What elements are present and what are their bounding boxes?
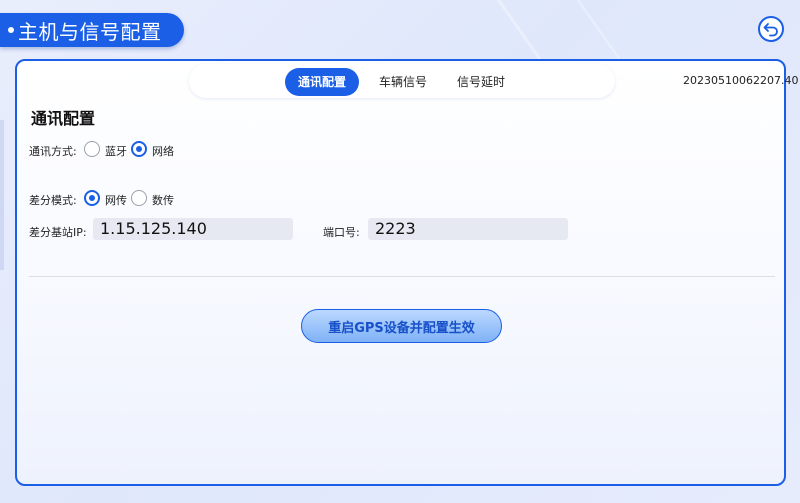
port-input[interactable]: 2223 <box>368 218 568 240</box>
comm-mode-bluetooth-label: 蓝牙 <box>105 145 127 158</box>
base-ip-label: 差分基站IP: <box>29 226 87 239</box>
comm-mode-network-label: 网络 <box>152 145 174 158</box>
config-panel: 通讯配置 车辆信号 信号延时 20230510062207.40 通讯配置 通讯… <box>15 59 798 486</box>
tab-signal-delay[interactable]: 信号延时 <box>445 68 517 96</box>
restart-gps-button[interactable]: 重启GPS设备并配置生效 <box>301 309 502 343</box>
back-arrow-icon <box>763 23 778 37</box>
back-button[interactable] <box>758 16 784 42</box>
comm-mode-network-radio[interactable] <box>131 141 147 157</box>
comm-mode-bluetooth-radio[interactable] <box>84 141 100 157</box>
tab-bar: 通讯配置 车辆信号 信号延时 <box>189 64 615 98</box>
diff-mode-data-label: 数传 <box>152 194 174 207</box>
page-title-tab: 主机与信号配置 <box>0 13 184 47</box>
left-edge-decoration <box>0 120 4 270</box>
port-label: 端口号: <box>323 226 360 239</box>
section-title: 通讯配置 <box>31 109 96 128</box>
tab-vehicle-signal[interactable]: 车辆信号 <box>367 68 439 96</box>
divider <box>29 276 775 277</box>
diff-mode-data-radio[interactable] <box>131 190 147 206</box>
title-bullet <box>8 27 14 33</box>
base-ip-input[interactable]: 1.15.125.140 <box>93 218 293 240</box>
page-title: 主机与信号配置 <box>18 19 162 44</box>
diff-mode-net-label: 网传 <box>105 194 127 207</box>
diff-mode-net-radio[interactable] <box>84 190 100 206</box>
comm-mode-label: 通讯方式: <box>29 145 77 158</box>
diff-mode-label: 差分模式: <box>29 194 77 207</box>
timestamp: 20230510062207.40 <box>683 74 799 87</box>
tab-comm-config[interactable]: 通讯配置 <box>285 68 359 96</box>
